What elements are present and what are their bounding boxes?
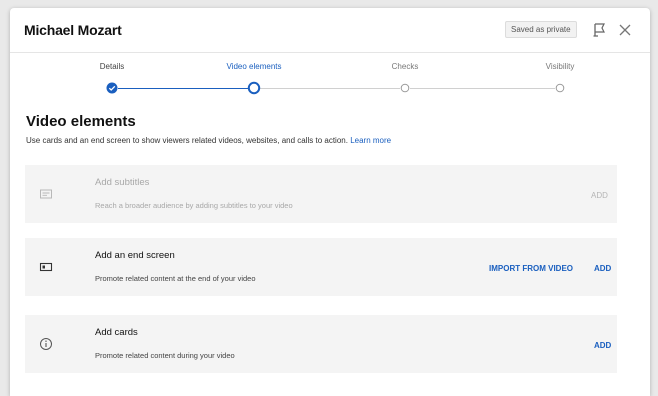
- subtitles-card: Add subtitles Reach a broader audience b…: [25, 165, 617, 223]
- end-screen-card-description: Promote related content at the end of yo…: [95, 274, 256, 283]
- cards-card-description: Promote related content during your vide…: [95, 351, 235, 360]
- subtitles-card-description: Reach a broader audience by adding subti…: [95, 201, 293, 210]
- cards-card: Add cards Promote related content during…: [25, 315, 617, 373]
- step-details-check-icon[interactable]: [106, 82, 118, 94]
- step-checks-label[interactable]: Checks: [392, 62, 419, 71]
- step-video-elements-current-icon[interactable]: [247, 81, 261, 95]
- dialog-title: Michael Mozart: [24, 22, 122, 38]
- step-visibility-label[interactable]: Visibility: [546, 62, 575, 71]
- step-connector: [260, 88, 400, 89]
- add-end-screen-button[interactable]: ADD: [594, 264, 611, 273]
- end-screen-card: Add an end screen Promote related conten…: [25, 238, 617, 296]
- import-from-video-button[interactable]: IMPORT FROM VIDEO: [489, 264, 573, 273]
- step-connector: [410, 88, 555, 89]
- section-description-text: Use cards and an end screen to show view…: [26, 136, 348, 145]
- step-checks-icon[interactable]: [400, 83, 410, 93]
- step-details-label[interactable]: Details: [100, 62, 124, 71]
- subtitles-card-title: Add subtitles: [95, 177, 150, 188]
- step-visibility-icon[interactable]: [555, 83, 565, 93]
- step-connector-complete: [118, 88, 248, 89]
- add-subtitles-button[interactable]: ADD: [591, 191, 608, 200]
- close-icon[interactable]: [618, 23, 632, 37]
- add-cards-button[interactable]: ADD: [594, 341, 611, 350]
- end-screen-icon: [39, 262, 53, 272]
- upload-dialog: Michael Mozart Saved as private Details …: [10, 8, 650, 396]
- step-video-elements-label[interactable]: Video elements: [227, 62, 282, 71]
- info-icon: [40, 338, 52, 350]
- cards-card-title: Add cards: [95, 327, 138, 338]
- dialog-header: Michael Mozart Saved as private: [10, 8, 650, 53]
- section-title: Video elements: [26, 113, 136, 130]
- section-description: Use cards and an end screen to show view…: [26, 136, 391, 145]
- learn-more-link[interactable]: Learn more: [350, 136, 391, 145]
- subtitles-icon: [40, 189, 52, 199]
- flag-icon[interactable]: [592, 22, 608, 38]
- saved-status-badge: Saved as private: [505, 21, 577, 38]
- end-screen-card-title: Add an end screen: [95, 250, 175, 261]
- upload-stepper: Details Video elements Checks Visibility: [10, 52, 650, 102]
